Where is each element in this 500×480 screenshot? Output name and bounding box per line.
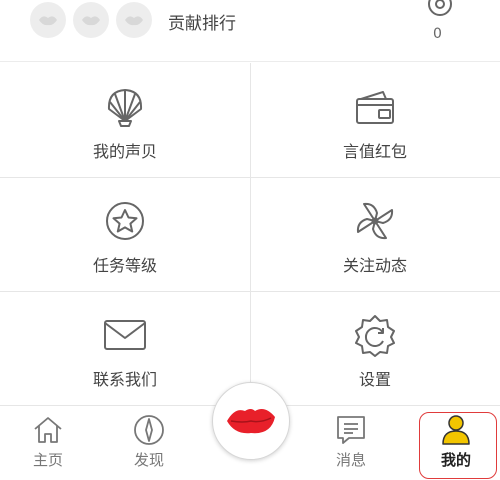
menu-item-red-packet[interactable]: 言值红包	[250, 63, 500, 177]
nav-tab-label: 主页	[32, 451, 63, 469]
lips-placeholder-icon	[82, 16, 100, 26]
menu-item-label: 设置	[358, 370, 391, 389]
menu-item-label: 联系我们	[92, 370, 157, 389]
menu-item-follow-feed[interactable]: 关注动态	[250, 177, 500, 291]
menu-item-label: 关注动态	[342, 256, 407, 275]
shell-icon	[107, 89, 143, 127]
message-icon	[337, 416, 365, 444]
star-badge-icon	[106, 202, 144, 240]
ranking-label: 贡献排行	[168, 14, 236, 34]
nav-tab-label: 消息	[335, 451, 366, 469]
nav-tab-label: 发现	[133, 451, 164, 469]
gear-icon	[355, 315, 395, 357]
menu-item-contact-us[interactable]: 联系我们	[0, 291, 250, 405]
center-publish-button[interactable]	[212, 382, 290, 460]
lips-placeholder-icon	[125, 16, 143, 26]
ranker-avatar-2[interactable]	[73, 2, 109, 38]
menu-item-my-shells[interactable]: 我的声贝	[0, 63, 250, 177]
mail-icon	[104, 320, 146, 350]
home-icon	[34, 417, 62, 443]
nav-tab-discover[interactable]: 发现	[114, 414, 184, 470]
user-icon	[442, 415, 470, 445]
nav-tab-label: 我的	[440, 451, 471, 469]
compass-icon	[134, 415, 164, 445]
menu-item-label: 我的声贝	[92, 142, 157, 161]
ranking-count: 0	[433, 26, 442, 42]
menu-item-label: 言值红包	[342, 142, 407, 161]
ranker-avatar-3[interactable]	[116, 2, 152, 38]
ranking-target-icon	[428, 0, 452, 16]
ranker-avatar-1[interactable]	[30, 2, 66, 38]
nav-tab-messages[interactable]: 消息	[316, 414, 386, 470]
wallet-icon	[356, 91, 394, 124]
lips-placeholder-icon	[39, 16, 57, 26]
menu-item-task-level[interactable]: 任务等级	[0, 177, 250, 291]
nav-tab-mine[interactable]: 我的	[421, 414, 491, 470]
nav-tab-home[interactable]: 主页	[13, 414, 83, 470]
contribution-ranking-bar[interactable]: 贡献排行 0	[0, 0, 500, 62]
menu-item-settings[interactable]: 设置	[250, 291, 500, 405]
menu-grid: 我的声贝 言值红包 任务等级 关注动态 联系我们 设置	[0, 63, 500, 405]
pinwheel-icon	[356, 202, 394, 240]
menu-item-label: 任务等级	[92, 256, 157, 275]
lips-icon	[227, 409, 275, 434]
